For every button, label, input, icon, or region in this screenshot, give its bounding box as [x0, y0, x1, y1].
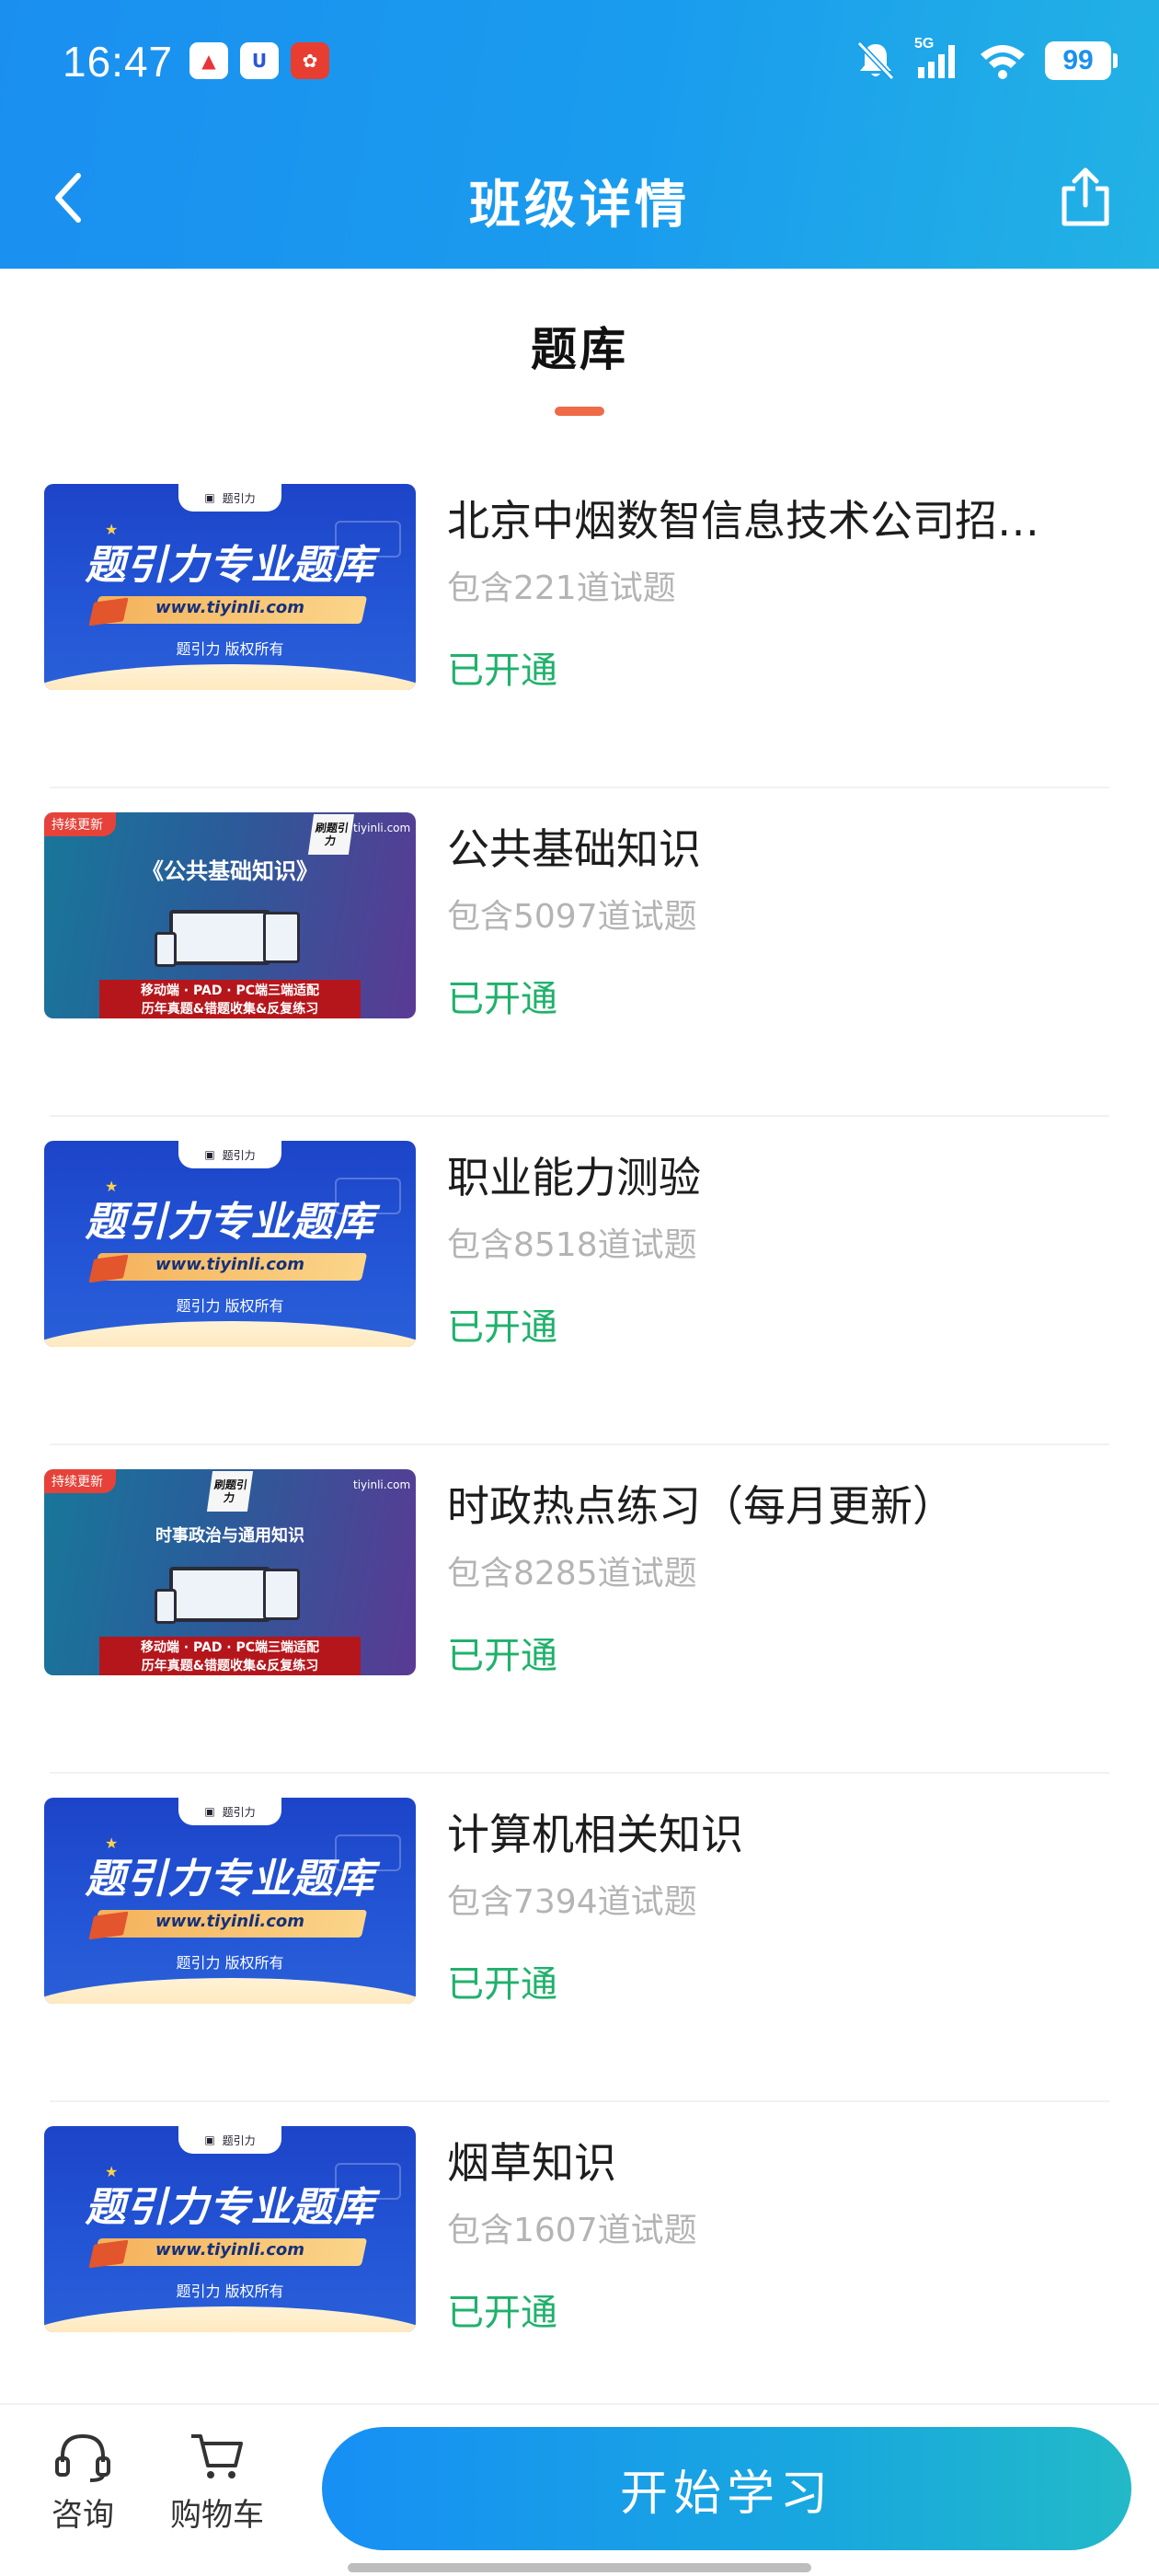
- thumbnail-wave: [44, 1978, 416, 2004]
- thumbnail-headline: 时事政治与通用知识: [155, 1526, 304, 1546]
- thumbnail-copyright: 题引力 版权所有: [176, 1954, 284, 1972]
- bank-status: 已开通: [447, 978, 557, 1020]
- page-title: 班级详情: [469, 176, 690, 236]
- bank-title: 时政热点练习（每月更新）: [447, 1481, 955, 1531]
- thumbnail-url: www.tiyinli.com: [155, 1255, 305, 1274]
- bank-status: 已开通: [447, 1963, 557, 2006]
- thumbnail-headline: 《公共基础知识》: [142, 858, 318, 884]
- bank-question-count: 包含8285道试题: [447, 1555, 697, 1593]
- thumbnail-update-badge: 持续更新: [44, 812, 116, 836]
- bank-question-count: 包含1607道试题: [447, 2212, 697, 2249]
- thumbnail-update-badge: 持续更新: [44, 1469, 116, 1493]
- bank-title: 烟草知识: [447, 2138, 616, 2188]
- thumbnail-brand-tab: ▣ 题引力: [178, 484, 281, 512]
- bank-status: 已开通: [447, 1306, 557, 1349]
- phone-icon: [155, 1589, 177, 1624]
- bank-question-count: 包含5097道试题: [447, 898, 697, 936]
- laptop-icon: [169, 1567, 270, 1622]
- share-button[interactable]: [1049, 160, 1122, 234]
- app-header: 16:47 ▲ U ✿ 5G 99 班级详情: [0, 0, 1159, 269]
- thumbnail-copyright: 题引力 版权所有: [176, 2283, 284, 2300]
- thumbnail-copyright: 题引力 版权所有: [176, 1297, 284, 1315]
- brand-logo-icon: ▣: [204, 2133, 215, 2146]
- thumbnail-wave: [44, 664, 416, 690]
- bank-thumbnail: 持续更新 刷题引力 tiyinli.com 《公共基础知识》 移动端 · PAD…: [44, 812, 416, 1018]
- laptop-icon: [169, 910, 270, 965]
- thumbnail-wave: [44, 1321, 416, 1347]
- thumbnail-url: www.tiyinli.com: [155, 1912, 305, 1931]
- bank-status: 已开通: [447, 2292, 557, 2334]
- bank-title: 职业能力测验: [447, 1153, 701, 1202]
- thumbnail-logo: 刷题引力: [206, 1471, 254, 1512]
- status-bar: 16:47 ▲ U ✿ 5G 99: [0, 0, 1159, 129]
- bank-question-count: 包含8518道试题: [447, 1226, 697, 1264]
- bank-question-count: 包含221道试题: [447, 569, 676, 607]
- bank-thumbnail: ▣ 题引力 ★ 题引力专业题库 www.tiyinli.com 题引力 版权所有: [44, 484, 416, 690]
- tab-active-indicator: [555, 407, 604, 416]
- notification-app-icon-1: ▲: [189, 42, 228, 79]
- thumbnail-brand-tab: ▣ 题引力: [178, 1141, 281, 1168]
- thumbnail-wave: [44, 2306, 416, 2332]
- question-bank-item[interactable]: 持续更新 刷题引力 tiyinli.com 《公共基础知识》 移动端 · PAD…: [0, 788, 1159, 1117]
- brand-logo-icon: ▣: [204, 1148, 215, 1161]
- thumbnail-headline: 题引力专业题库: [85, 1199, 375, 1246]
- phone-icon: [155, 932, 177, 967]
- bank-status: 已开通: [447, 1635, 557, 1677]
- question-bank-item[interactable]: ▣ 题引力 ★ 题引力专业题库 www.tiyinli.com 题引力 版权所有 …: [0, 1117, 1159, 1445]
- thumbnail-headline: 题引力专业题库: [85, 2184, 375, 2231]
- tablet-icon: [263, 912, 300, 963]
- bottom-action-bar: 咨询 购物车 开始学习: [0, 2403, 1159, 2576]
- bank-status: 已开通: [447, 650, 557, 692]
- share-icon: [1061, 167, 1109, 226]
- thumbnail-headline: 题引力专业题库: [85, 1856, 375, 1903]
- question-bank-list: ▣ 题引力 ★ 题引力专业题库 www.tiyinli.com 题引力 版权所有 …: [0, 460, 1159, 2431]
- thumbnail-copyright: 题引力 版权所有: [176, 640, 284, 658]
- bank-title: 公共基础知识: [447, 824, 701, 874]
- thumbnail-headline: 题引力专业题库: [85, 542, 375, 589]
- bank-thumbnail: ▣ 题引力 ★ 题引力专业题库 www.tiyinli.com 题引力 版权所有: [44, 1798, 416, 2004]
- question-bank-item[interactable]: ▣ 题引力 ★ 题引力专业题库 www.tiyinli.com 题引力 版权所有 …: [0, 2102, 1159, 2431]
- status-time: 16:47: [63, 38, 174, 86]
- cellular-signal: 5G: [914, 36, 960, 82]
- bank-title: 北京中烟数智信息技术公司招…: [447, 496, 1039, 546]
- headset-icon: [55, 2433, 110, 2482]
- status-icons: 5G 99: [855, 36, 1118, 85]
- bank-thumbnail: ▣ 题引力 ★ 题引力专业题库 www.tiyinli.com 题引力 版权所有: [44, 1141, 416, 1347]
- mute-bell-icon: [856, 40, 895, 81]
- bank-thumbnail: 持续更新 刷题引力 tiyinli.com 时事政治与通用知识 移动端 · PA…: [44, 1469, 416, 1675]
- thumbnail-footer: 移动端 · PAD · PC端三端适配 历年真题&错题收集&反复练习: [99, 980, 361, 1018]
- notification-app-icon-2: U: [240, 42, 279, 79]
- thumbnail-url: www.tiyinli.com: [155, 598, 305, 617]
- bank-question-count: 包含7394道试题: [447, 1883, 697, 1921]
- consult-button[interactable]: 咨询: [28, 2431, 138, 2535]
- tablet-icon: [263, 1569, 300, 1620]
- cart-icon: [191, 2434, 243, 2478]
- tab-label: 题库: [531, 323, 628, 376]
- home-indicator[interactable]: [348, 2563, 811, 2572]
- brand-logo-icon: ▣: [204, 491, 215, 504]
- wifi-icon: [981, 45, 1025, 79]
- bank-thumbnail: ▣ 题引力 ★ 题引力专业题库 www.tiyinli.com 题引力 版权所有: [44, 2126, 416, 2332]
- nav-bar: 班级详情: [0, 147, 1159, 248]
- thumbnail-site: tiyinli.com: [353, 822, 411, 834]
- consult-label: 咨询: [52, 2497, 114, 2534]
- thumbnail-brand-tab: ▣ 题引力: [178, 1798, 281, 1825]
- cart-label: 购物车: [170, 2497, 264, 2534]
- bank-title: 计算机相关知识: [447, 1810, 743, 1859]
- thumbnail-footer: 移动端 · PAD · PC端三端适配 历年真题&错题收集&反复练习: [99, 1637, 361, 1675]
- thumbnail-logo: 刷题引力: [307, 814, 355, 855]
- question-bank-item[interactable]: ▣ 题引力 ★ 题引力专业题库 www.tiyinli.com 题引力 版权所有 …: [0, 460, 1159, 788]
- notification-app-icon-3: ✿: [291, 42, 329, 79]
- question-bank-item[interactable]: ▣ 题引力 ★ 题引力专业题库 www.tiyinli.com 题引力 版权所有 …: [0, 1774, 1159, 2102]
- thumbnail-url: www.tiyinli.com: [155, 2240, 305, 2260]
- signal-icon: [918, 45, 955, 78]
- thumbnail-site: tiyinli.com: [353, 1478, 411, 1491]
- brand-logo-icon: ▣: [204, 1805, 215, 1818]
- cart-button[interactable]: 购物车: [162, 2431, 272, 2535]
- start-learning-button[interactable]: 开始学习: [322, 2427, 1131, 2550]
- thumbnail-brand-tab: ▣ 题引力: [178, 2126, 281, 2154]
- tab-question-bank[interactable]: 题库: [0, 313, 1159, 416]
- question-bank-item[interactable]: 持续更新 刷题引力 tiyinli.com 时事政治与通用知识 移动端 · PA…: [0, 1445, 1159, 1774]
- battery-icon: 99: [1045, 41, 1118, 80]
